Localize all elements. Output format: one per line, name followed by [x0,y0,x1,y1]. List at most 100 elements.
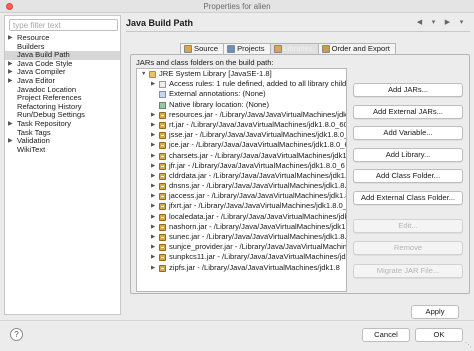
build-path-entry[interactable]: ▶ sunec.jar - /Library/Java/JavaVirtualMa… [137,232,346,242]
build-path-entry[interactable]: ▶ resources.jar - /Library/Java/JavaVirtu… [137,110,346,120]
entry-label: jsse.jar - /Library/Java/JavaVirtualMach… [169,130,347,140]
expand-arrow-icon[interactable]: ▶ [8,68,13,77]
expand-arrow-icon[interactable]: ▶ [151,232,155,242]
expand-arrow-icon[interactable]: ▶ [151,201,155,211]
back-arrow-icon[interactable]: ◀ [415,18,424,27]
build-path-entry[interactable]: ▶ jsse.jar - /Library/Java/JavaVirtualMac… [137,130,346,140]
build-path-entry[interactable]: ▶ nashorn.jar - /Library/Java/JavaVirtual… [137,222,346,232]
migrate-jar-file-button[interactable]: Migrate JAR File... [353,264,463,278]
expand-arrow-icon[interactable]: ▶ [151,191,155,201]
entry-label: jfr.jar - /Library/Java/JavaVirtualMachi… [169,160,345,170]
pane-splitter[interactable] [123,15,125,315]
tab-label: Projects [237,44,265,53]
tab-projects[interactable]: Projects [223,43,271,54]
add-external-jars-button[interactable]: Add External JARs... [353,105,463,119]
access-rules-icon [159,81,166,89]
window-title: Properties for alien [203,2,271,11]
tab-label: Order and Export [331,44,390,53]
remove-button[interactable]: Remove [353,241,463,255]
build-path-entry[interactable]: ▶ charsets.jar - /Library/Java/JavaVirtua… [137,151,346,161]
tab-source[interactable]: Source [180,43,225,54]
expand-arrow-icon[interactable]: ▶ [151,263,155,273]
resize-grip-icon[interactable]: ⋱ [465,341,472,349]
dropdown-arrow-icon[interactable]: ▾ [429,18,438,27]
add-library-button[interactable]: Add Library... [353,148,463,162]
expand-arrow-icon[interactable]: ▶ [151,242,155,252]
filter-field[interactable] [9,19,118,31]
expand-arrow-icon[interactable]: ▶ [151,130,155,140]
entry-label: localedata.jar - /Library/Java/JavaVirtu… [169,211,347,221]
entry-label: External annotations: (None) [169,89,266,99]
jar-icon [159,213,166,221]
forward-arrow-icon[interactable]: ▶ [443,18,452,27]
build-path-entry[interactable]: ▼ JRE System Library [JavaSE-1.8] [137,69,346,79]
entry-label: jfxrt.jar - /Library/Java/JavaVirtualMac… [169,201,347,211]
expand-arrow-icon[interactable]: ▶ [151,252,155,262]
apply-button[interactable]: Apply [411,305,459,319]
build-path-entry[interactable]: ▶ jfr.jar - /Library/Java/JavaVirtualMach… [137,161,346,171]
entry-label: zipfs.jar - /Library/Java/JavaVirtualMac… [169,262,340,272]
entry-label: charsets.jar - /Library/Java/JavaVirtual… [169,150,347,160]
expand-arrow-icon[interactable]: ▶ [8,60,13,69]
collapse-arrow-icon[interactable]: ▼ [141,69,146,79]
jar-icon [159,203,166,211]
expand-arrow-icon[interactable]: ▶ [151,171,155,181]
entry-label: rt.jar - /Library/Java/JavaVirtualMachin… [169,119,347,129]
build-path-entry[interactable]: Native library location: (None) [137,100,346,110]
tab-libraries[interactable]: Libraries [269,43,319,54]
libraries-icon [273,45,282,53]
expand-arrow-icon[interactable]: ▶ [151,212,155,222]
filter-input[interactable] [10,20,117,30]
expand-arrow-icon[interactable]: ▶ [8,120,13,129]
expand-arrow-icon[interactable]: ▶ [8,77,13,86]
build-path-entry[interactable]: ▶ sunpkcs11.jar - /Library/Java/JavaVirtu… [137,252,346,262]
jar-list-label: JARs and class folders on the build path… [136,58,274,67]
build-path-tree[interactable]: ▼ JRE System Library [JavaSE-1.8] ▶ Access … [136,68,347,292]
jar-icon [159,121,166,129]
expand-arrow-icon[interactable]: ▶ [151,161,155,171]
build-path-entry[interactable]: ▶ jfxrt.jar - /Library/Java/JavaVirtualMa… [137,201,346,211]
add-jars-button[interactable]: Add JARs... [353,83,463,97]
ok-button[interactable]: OK [415,328,463,342]
expand-arrow-icon[interactable]: ▶ [151,222,155,232]
jar-icon [159,244,166,252]
build-path-entry[interactable]: ▶ jce.jar - /Library/Java/JavaVirtualMach… [137,140,346,150]
page-nav-buttons: ◀ ▾ ▶ ▾ [415,18,466,27]
build-path-entry[interactable]: ▶ dnsns.jar - /Library/Java/JavaVirtualMa… [137,181,346,191]
jar-icon [159,254,166,262]
edit-button[interactable]: Edit... [353,219,463,233]
add-variable-button[interactable]: Add Variable... [353,126,463,140]
expand-arrow-icon[interactable]: ▶ [151,120,155,130]
cancel-button[interactable]: Cancel [362,328,410,342]
header-divider [126,31,470,32]
expand-arrow-icon[interactable]: ▶ [151,79,155,89]
build-path-entry[interactable]: ▶ cldrdata.jar - /Library/Java/JavaVirtua… [137,171,346,181]
build-path-entry[interactable]: ▶ zipfs.jar - /Library/Java/JavaVirtualMa… [137,263,346,273]
entry-label: dnsns.jar - /Library/Java/JavaVirtualMac… [169,181,347,191]
tree-item[interactable]: WikiText [5,145,120,155]
expand-arrow-icon[interactable]: ▶ [151,140,155,150]
jar-icon [159,264,166,272]
expand-arrow-icon[interactable]: ▶ [151,151,155,161]
build-path-entry[interactable]: ▶ jaccess.jar - /Library/Java/JavaVirtual… [137,191,346,201]
build-path-entry[interactable]: ▶ Access rules: 1 rule defined, added to … [137,79,346,89]
add-external-class-folder-button[interactable]: Add External Class Folder... [353,191,463,205]
expand-arrow-icon[interactable]: ▶ [8,137,13,146]
build-path-page: Java Build Path ◀ ▾ ▶ ▾ Source Projects Li… [126,15,470,319]
preference-tree: ▶ Resource Builders Java Build Path ▶ Java Co… [5,33,120,155]
entry-label: sunpkcs11.jar - /Library/Java/JavaVirtua… [169,252,347,262]
page-title: Java Build Path [126,18,194,28]
jar-icon [159,223,166,231]
tab-order-and-export[interactable]: Order and Export [317,43,396,54]
dropdown-arrow-icon[interactable]: ▾ [457,18,466,27]
expand-arrow-icon[interactable]: ▶ [8,34,13,43]
build-path-entry[interactable]: ▶ localedata.jar - /Library/Java/JavaVirt… [137,212,346,222]
help-button[interactable]: ? [10,328,23,341]
build-path-entry[interactable]: ▶ sunjce_provider.jar - /Library/Java/Jav… [137,242,346,252]
add-class-folder-button[interactable]: Add Class Folder... [353,169,463,183]
expand-arrow-icon[interactable]: ▶ [151,181,155,191]
expand-arrow-icon[interactable]: ▶ [151,110,155,120]
title-bar: Properties for alien [0,0,474,13]
build-path-entry[interactable]: ▶ rt.jar - /Library/Java/JavaVirtualMachi… [137,120,346,130]
build-path-entry[interactable]: External annotations: (None) [137,89,346,99]
